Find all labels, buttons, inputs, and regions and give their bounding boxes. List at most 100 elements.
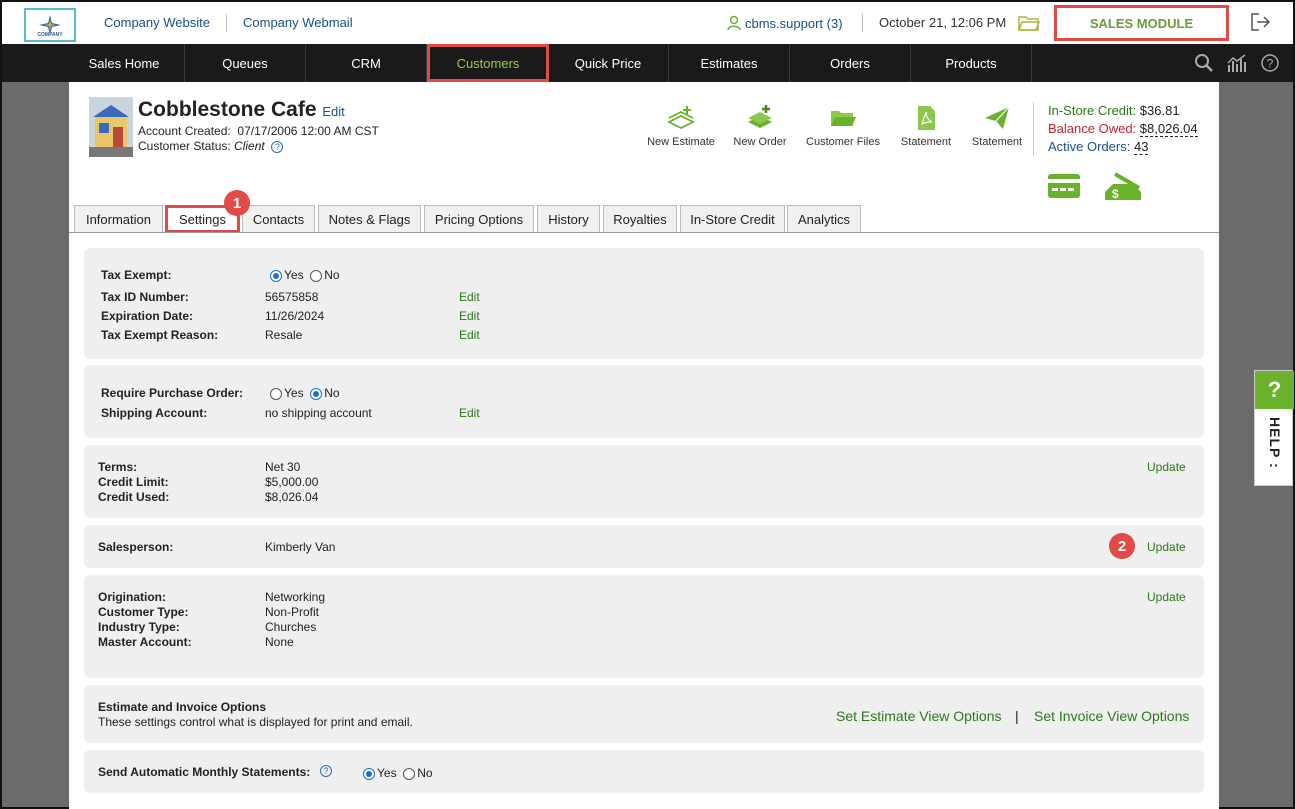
- svg-text:?: ?: [1267, 57, 1274, 71]
- require-po-no-radio[interactable]: [310, 387, 323, 400]
- divider: [862, 14, 863, 32]
- company-website-link[interactable]: Company Website: [104, 15, 210, 30]
- logout-icon[interactable]: [1250, 12, 1272, 32]
- statements-yes-radio[interactable]: [363, 767, 375, 780]
- user-menu[interactable]: cbms.support (3): [726, 15, 843, 31]
- origination-label: Origination:: [98, 590, 166, 604]
- terms-label: Terms:: [98, 460, 138, 474]
- statement-send-label: Statement: [971, 136, 1023, 148]
- tab-pricing-options[interactable]: Pricing Options: [424, 205, 534, 233]
- terms-value: Net 30: [265, 460, 301, 474]
- statements-no-radio[interactable]: [403, 767, 416, 780]
- tax-id-edit-link[interactable]: Edit: [459, 290, 480, 304]
- edit-customer-link[interactable]: Edit: [322, 104, 344, 119]
- folder-icon[interactable]: [1018, 14, 1040, 32]
- tab-notes-flags[interactable]: Notes & Flags: [318, 205, 421, 233]
- tab-in-store-credit[interactable]: In-Store Credit: [680, 205, 785, 233]
- tab-contacts[interactable]: Contacts: [242, 205, 315, 233]
- help-question-icon: ?: [1255, 371, 1294, 409]
- divider: [226, 14, 227, 32]
- balance-owed-label: Balance Owed:: [1048, 121, 1137, 136]
- storefront-image: [89, 97, 133, 157]
- credit-used-value: $8,026.04: [265, 490, 319, 504]
- credit-limit-label: Credit Limit:: [98, 475, 169, 489]
- tax-exempt-no-radio[interactable]: [310, 269, 323, 282]
- company-logo[interactable]: COMPANY: [24, 8, 76, 42]
- analytics-icon[interactable]: [1226, 53, 1248, 73]
- master-account-value: None: [265, 635, 294, 649]
- tax-id-value: 56575858: [265, 290, 319, 304]
- nav-quick-price[interactable]: Quick Price: [548, 44, 669, 82]
- new-order-label: New Order: [733, 136, 787, 148]
- sales-module-button[interactable]: SALES MODULE: [1054, 5, 1229, 41]
- require-po-yes-radio[interactable]: [270, 387, 282, 400]
- customer-avatar: [89, 97, 133, 157]
- options-separator: |: [1015, 708, 1019, 724]
- active-orders-label: Active Orders:: [1048, 139, 1131, 154]
- payment-icon[interactable]: $: [1103, 170, 1143, 202]
- nav-orders[interactable]: Orders: [790, 44, 911, 82]
- tab-information[interactable]: Information: [74, 205, 163, 233]
- require-po-yes-label: Yes: [284, 386, 304, 400]
- terms-update-link[interactable]: Update: [1147, 460, 1186, 474]
- expiration-label: Expiration Date:: [101, 309, 194, 323]
- tax-exempt-yes-radio[interactable]: [270, 269, 282, 282]
- statement-pdf-label: Statement: [900, 136, 952, 148]
- nav-estimates[interactable]: Estimates: [669, 44, 790, 82]
- send-icon: [985, 106, 1010, 129]
- estimate-options-desc: These settings control what is displayed…: [98, 715, 413, 729]
- pdf-icon: [918, 106, 935, 130]
- tax-exempt-radios: Yes No: [270, 268, 340, 282]
- set-estimate-view-options-link[interactable]: Set Estimate View Options: [836, 708, 1001, 724]
- salesperson-update-link[interactable]: Update: [1147, 540, 1186, 554]
- status-help-icon[interactable]: ?: [271, 140, 284, 153]
- tab-royalties[interactable]: Royalties: [603, 205, 677, 233]
- company-webmail-link[interactable]: Company Webmail: [243, 15, 353, 30]
- balance-owed-value[interactable]: $8,026.04: [1139, 121, 1198, 137]
- set-invoice-view-options-link[interactable]: Set Invoice View Options: [1034, 708, 1189, 724]
- folder-open-icon: [831, 111, 856, 126]
- tax-reason-value: Resale: [265, 328, 303, 342]
- tab-analytics[interactable]: Analytics: [787, 205, 861, 233]
- help-circle-icon[interactable]: ?: [1260, 53, 1280, 73]
- statements-yes-label: Yes: [377, 766, 397, 780]
- shipping-edit-link[interactable]: Edit: [459, 406, 480, 420]
- nav-crm[interactable]: CRM: [306, 44, 427, 82]
- new-estimate-icon: [667, 106, 695, 130]
- nav-customers[interactable]: Customers: [427, 44, 549, 82]
- origination-update-link[interactable]: Update: [1147, 590, 1186, 604]
- user-name: cbms.support (3): [745, 15, 843, 31]
- nav-sales-home[interactable]: Sales Home: [64, 44, 185, 82]
- statements-help-icon[interactable]: ?: [320, 765, 332, 777]
- tax-id-label: Tax ID Number:: [101, 290, 189, 304]
- statements-radios: Yes No: [363, 766, 433, 780]
- help-tab[interactable]: ? HELP :: [1254, 370, 1294, 486]
- step-badge-2: 2: [1109, 533, 1135, 559]
- tax-reason-edit-link[interactable]: Edit: [459, 328, 480, 342]
- estimate-options-title: Estimate and Invoice Options: [98, 700, 267, 714]
- customer-title: Cobblestone Cafe Edit: [138, 98, 345, 122]
- new-order-button[interactable]: New Order: [730, 104, 790, 148]
- industry-type-label: Industry Type:: [98, 620, 180, 634]
- expiration-edit-link[interactable]: Edit: [459, 309, 480, 323]
- tab-history[interactable]: History: [537, 205, 600, 233]
- nav-queues[interactable]: Queues: [185, 44, 306, 82]
- customer-page: Cobblestone Cafe Edit Account Created: 0…: [69, 82, 1219, 809]
- expiration-value: 11/26/2024: [265, 309, 325, 323]
- credit-card-icon[interactable]: [1047, 172, 1081, 200]
- customer-files-button[interactable]: Customer Files: [803, 104, 883, 148]
- purchase-panel: Require Purchase Order: Yes No Shipping …: [84, 365, 1204, 438]
- new-estimate-button[interactable]: New Estimate: [646, 104, 716, 148]
- salesperson-label: Salesperson:: [98, 540, 174, 554]
- statement-pdf-button[interactable]: Statement: [896, 104, 956, 148]
- origination-value: Networking: [265, 590, 326, 604]
- account-created-value: 07/17/2006 12:00 AM CST: [237, 124, 379, 138]
- tax-reason-label: Tax Exempt Reason:: [101, 328, 219, 342]
- shipping-account-value: no shipping account: [265, 406, 372, 420]
- help-label: HELP :: [1267, 417, 1283, 469]
- statement-send-button[interactable]: Statement: [967, 104, 1027, 148]
- active-orders-value[interactable]: 43: [1133, 139, 1149, 155]
- search-icon[interactable]: [1194, 53, 1214, 73]
- shipping-account-label: Shipping Account:: [101, 406, 208, 420]
- nav-products[interactable]: Products: [911, 44, 1032, 82]
